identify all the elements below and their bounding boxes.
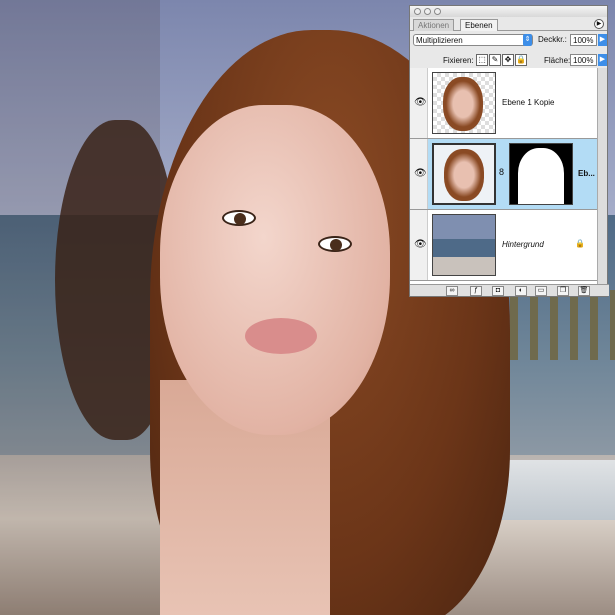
opacity-label: Deckkr.: — [538, 35, 567, 44]
layer-style-icon[interactable]: ƒ — [470, 286, 482, 296]
layer-lock-icon: 🔒 — [575, 239, 585, 248]
left-eye — [222, 210, 256, 226]
right-eye — [318, 236, 352, 252]
fill-slider-arrow-icon[interactable]: ▶ — [598, 54, 607, 66]
layer-mask-thumbnail[interactable] — [509, 143, 573, 205]
adjustment-layer-icon[interactable]: ◐ — [515, 286, 527, 296]
visibility-eye-icon[interactable]: 👁 — [414, 97, 427, 108]
layer-name[interactable]: Eb... — [578, 169, 595, 178]
lock-label: Fixieren: — [443, 56, 474, 65]
layers-scrollbar[interactable] — [597, 68, 607, 286]
lock-position-move-icon[interactable]: ✥ — [502, 54, 514, 66]
layers-panel: Aktionen Ebenen ▶ Multiplizieren ⇕ Deckk… — [409, 5, 609, 297]
lips — [245, 318, 317, 354]
blend-mode-chevron-icon[interactable]: ⇕ — [523, 34, 532, 46]
close-icon[interactable] — [414, 8, 421, 15]
zoom-icon[interactable] — [434, 8, 441, 15]
tab-aktionen[interactable]: Aktionen — [413, 19, 455, 31]
delete-layer-trash-icon[interactable]: 🗑 — [578, 286, 590, 296]
layer-name[interactable]: Ebene 1 Kopie — [502, 98, 555, 107]
layer-thumbnail — [432, 143, 496, 205]
tab-ebenen[interactable]: Ebenen — [460, 19, 498, 31]
opacity-slider-arrow-icon[interactable]: ▶ — [598, 34, 607, 46]
lock-all-icon[interactable]: 🔒 — [515, 54, 527, 66]
layer-row[interactable]: 👁 Ebene 1 Kopie — [410, 68, 598, 139]
panel-titlebar[interactable] — [410, 6, 607, 17]
minimize-icon[interactable] — [424, 8, 431, 15]
layer-thumbnail — [432, 214, 496, 276]
link-layers-icon[interactable]: ∞ — [446, 286, 458, 296]
opacity-input[interactable]: 100% — [570, 34, 597, 46]
new-group-folder-icon[interactable]: ▭ — [535, 286, 547, 296]
new-layer-icon[interactable]: ❐ — [557, 286, 569, 296]
fill-input[interactable]: 100% — [570, 54, 597, 66]
blend-mode-select[interactable]: Multiplizieren — [413, 34, 533, 46]
multiplied-strip — [0, 0, 160, 615]
layer-row-selected[interactable]: 👁 8 Eb... — [410, 139, 598, 210]
layer-row[interactable]: 👁 Hintergrund 🔒 — [410, 210, 598, 281]
visibility-eye-icon[interactable]: 👁 — [414, 239, 427, 250]
visibility-eye-icon[interactable]: 👁 — [414, 168, 427, 179]
lock-pixels-brush-icon[interactable]: ✎ — [489, 54, 501, 66]
panel-bottom-toolbar: ∞ ƒ ◘ ◐ ▭ ❐ 🗑 — [410, 284, 609, 296]
face — [160, 105, 390, 435]
fill-label: Fläche: — [544, 56, 571, 65]
panel-menu-icon[interactable]: ▶ — [594, 19, 604, 29]
layer-thumbnail — [432, 72, 496, 134]
add-mask-icon[interactable]: ◘ — [492, 286, 504, 296]
lock-transparency-icon[interactable]: ⬚ — [476, 54, 488, 66]
layer-name[interactable]: Hintergrund — [502, 240, 544, 249]
layers-list: 👁 Ebene 1 Kopie 👁 8 Eb... 👁 Hintergrund … — [410, 68, 598, 286]
mask-link-chain-icon[interactable]: 8 — [499, 167, 504, 177]
